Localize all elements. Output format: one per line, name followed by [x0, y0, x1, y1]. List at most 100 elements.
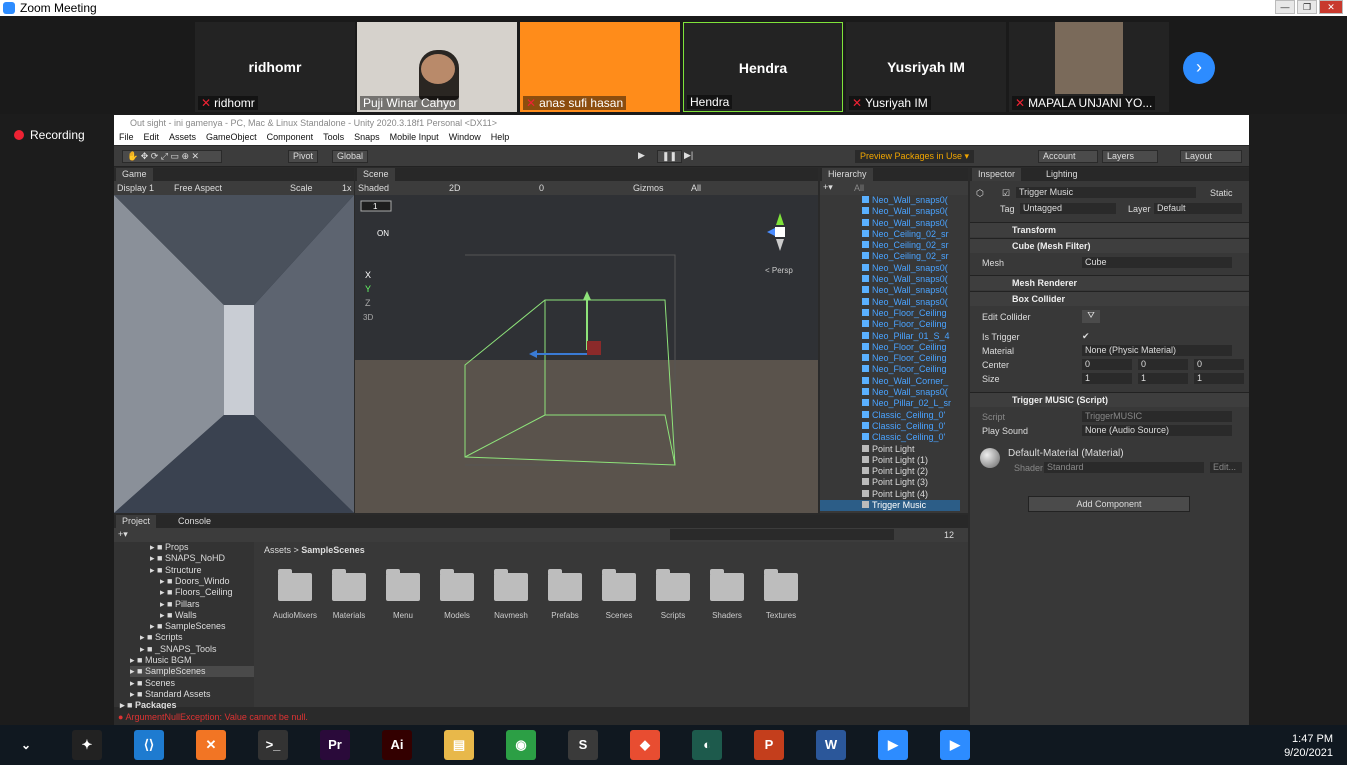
hierarchy-item[interactable]: Neo_Floor_Ceiling — [820, 319, 960, 330]
xampp-icon[interactable]: ✕ — [196, 730, 226, 760]
project-tree-item[interactable]: ▸ ■ _SNAPS_Tools — [140, 644, 254, 655]
menu-window[interactable]: Window — [449, 132, 481, 144]
menu-tools[interactable]: Tools — [323, 132, 344, 144]
tab-scene[interactable]: Scene — [357, 168, 395, 181]
folder-item[interactable]: Shaders — [702, 569, 752, 620]
scene-viewport[interactable]: 1 ON X Y Z 3D < Persp — [355, 195, 818, 513]
menu-edit[interactable]: Edit — [144, 132, 160, 144]
folder-item[interactable]: Models — [432, 569, 482, 620]
pause-button[interactable]: ❚❚ — [657, 150, 683, 163]
hierarchy-item[interactable]: Neo_Wall_Corner_ — [820, 376, 960, 387]
menu-assets[interactable]: Assets — [169, 132, 196, 144]
transform-tools[interactable]: ✋ ✥ ⟳ ⤢ ▭ ⊕ ✕ — [122, 150, 222, 163]
mesh-field[interactable]: Cube — [1082, 257, 1232, 268]
toggle-2d[interactable]: 2D — [449, 183, 461, 193]
hierarchy-item[interactable]: Point Light (4) — [820, 489, 960, 500]
tab-project[interactable]: Project — [116, 515, 157, 528]
participant-tile[interactable]: ✕ anas sufi hasan — [520, 22, 680, 112]
display-dropdown[interactable]: Display 1 — [117, 183, 154, 193]
center-x[interactable]: 0 — [1082, 359, 1132, 370]
size-z[interactable]: 1 — [1194, 373, 1244, 384]
folder-item[interactable]: Textures — [756, 569, 806, 620]
project-tree-item[interactable]: ▸ ■ Scenes — [130, 678, 254, 689]
is-trigger-checkbox[interactable]: ✔ — [1082, 331, 1090, 342]
hierarchy-item[interactable]: Neo_Pillar_01_S_4 — [820, 331, 960, 342]
powerpoint-icon[interactable]: P — [754, 730, 784, 760]
material-field[interactable]: None (Physic Material) — [1082, 345, 1232, 356]
folder-item[interactable]: Menu — [378, 569, 428, 620]
maximize-button[interactable]: ❐ — [1297, 0, 1317, 14]
project-search[interactable] — [670, 529, 894, 540]
menu-help[interactable]: Help — [491, 132, 510, 144]
hierarchy-item[interactable]: Neo_Wall_snaps0( — [820, 387, 960, 398]
layers-dropdown[interactable]: Layers — [1102, 150, 1158, 163]
gizmos-dropdown[interactable]: Gizmos — [633, 183, 664, 193]
project-tree-item[interactable]: ▸ ■ Standard Assets — [130, 689, 254, 700]
add-icon[interactable]: +▾ — [118, 529, 128, 540]
play-sound-field[interactable]: None (Audio Source) — [1082, 425, 1232, 436]
breadcrumb-current[interactable]: SampleScenes — [301, 545, 365, 555]
shading-dropdown[interactable]: Shaded — [358, 183, 389, 193]
project-tree-item[interactable]: ▸ ■ Walls — [160, 610, 254, 621]
hierarchy-item[interactable]: Point Light (2) — [820, 466, 960, 477]
participant-tile[interactable]: Yusriyah IM ✕ Yusriyah IM — [846, 22, 1006, 112]
breadcrumb-root[interactable]: Assets — [264, 545, 291, 555]
task-view-icon[interactable]: ⌄ — [14, 730, 38, 760]
premiere-icon[interactable]: Pr — [320, 730, 350, 760]
tab-game[interactable]: Game — [116, 168, 153, 181]
static-toggle[interactable]: Static — [1210, 188, 1233, 198]
project-tree-item[interactable]: ▸ ■ Props — [150, 542, 254, 553]
scene-search[interactable]: All — [691, 183, 701, 193]
hierarchy-item[interactable]: Neo_Pillar_02_L_sr — [820, 398, 960, 409]
hierarchy-item[interactable]: Neo_Wall_snaps0( — [820, 297, 960, 308]
hierarchy-item[interactable]: Point Light (1) — [820, 455, 960, 466]
menu-file[interactable]: File — [119, 132, 134, 144]
project-tree-item[interactable]: ▸ ■ Music BGM — [130, 655, 254, 666]
status-bar[interactable]: ● ArgumentNullException: Value cannot be… — [114, 709, 968, 725]
folder-item[interactable]: Materials — [324, 569, 374, 620]
hierarchy-item[interactable]: Trigger Music — [820, 500, 960, 512]
layout-dropdown[interactable]: Layout — [1180, 150, 1242, 163]
project-tree-item[interactable]: ▸ ■ Pillars — [160, 599, 254, 610]
folder-item[interactable]: Scenes — [594, 569, 644, 620]
step-button[interactable]: ▶| — [680, 150, 697, 163]
transform-component[interactable]: Transform — [970, 222, 1249, 237]
file-explorer-icon[interactable]: ▤ — [444, 730, 474, 760]
menu-component[interactable]: Component — [267, 132, 314, 144]
folder-item[interactable]: Navmesh — [486, 569, 536, 620]
pivot-button[interactable]: Pivot — [288, 150, 319, 163]
git-icon[interactable]: ◆ — [630, 730, 660, 760]
play-button[interactable]: ▶ — [634, 150, 649, 163]
participant-tile[interactable]: ridhomr ✕ ridhomr — [195, 22, 355, 112]
project-tree-item[interactable]: ▸ ■ SNAPS_NoHD — [150, 553, 254, 564]
active-checkbox[interactable]: ☑ — [1002, 188, 1010, 199]
hierarchy-item[interactable]: Neo_Wall_snaps0( — [820, 263, 960, 274]
folder-item[interactable]: Scripts — [648, 569, 698, 620]
layer-dropdown[interactable]: Default — [1154, 203, 1242, 214]
participant-tile-active[interactable]: Hendra Hendra — [683, 22, 843, 112]
vscode-icon[interactable]: ⟨⟩ — [134, 730, 164, 760]
menu-mobile-input[interactable]: Mobile Input — [390, 132, 439, 144]
participant-tile[interactable]: ✕ MAPALA UNJANI YO... — [1009, 22, 1169, 112]
hierarchy-item[interactable]: Classic_Ceiling_0' — [820, 410, 960, 421]
object-name-field[interactable]: Trigger Music — [1016, 187, 1196, 198]
hierarchy-item[interactable]: Neo_Floor_Ceiling — [820, 308, 960, 319]
project-tree-item[interactable]: ▸ ■ Doors_Windo — [160, 576, 254, 587]
game-viewport[interactable] — [114, 195, 354, 513]
project-tree-item[interactable]: ▸ ■ Floors_Ceiling — [160, 587, 254, 598]
tag-dropdown[interactable]: Untagged — [1020, 203, 1116, 214]
folder-item[interactable]: Prefabs — [540, 569, 590, 620]
hierarchy-item[interactable]: Neo_Floor_Ceiling — [820, 364, 960, 375]
tab-lighting[interactable]: Lighting — [1040, 168, 1084, 181]
hierarchy-item[interactable]: Neo_Ceiling_02_sr — [820, 229, 960, 240]
add-icon[interactable]: +▾ — [823, 182, 833, 193]
chevron-right-icon[interactable]: › — [1183, 52, 1215, 84]
shader-dropdown[interactable]: Standard — [1044, 462, 1204, 473]
sublime-icon[interactable]: S — [568, 730, 598, 760]
zoom-icon[interactable]: ▶ — [878, 730, 908, 760]
add-component-button[interactable]: Add Component — [1028, 496, 1190, 512]
hierarchy-search[interactable]: All — [854, 183, 864, 193]
hierarchy-item[interactable]: Point Light (3) — [820, 477, 960, 488]
app-icon[interactable]: ◐ — [692, 730, 722, 760]
project-tree-item[interactable]: ▸ ■ SampleScenes — [150, 621, 254, 632]
